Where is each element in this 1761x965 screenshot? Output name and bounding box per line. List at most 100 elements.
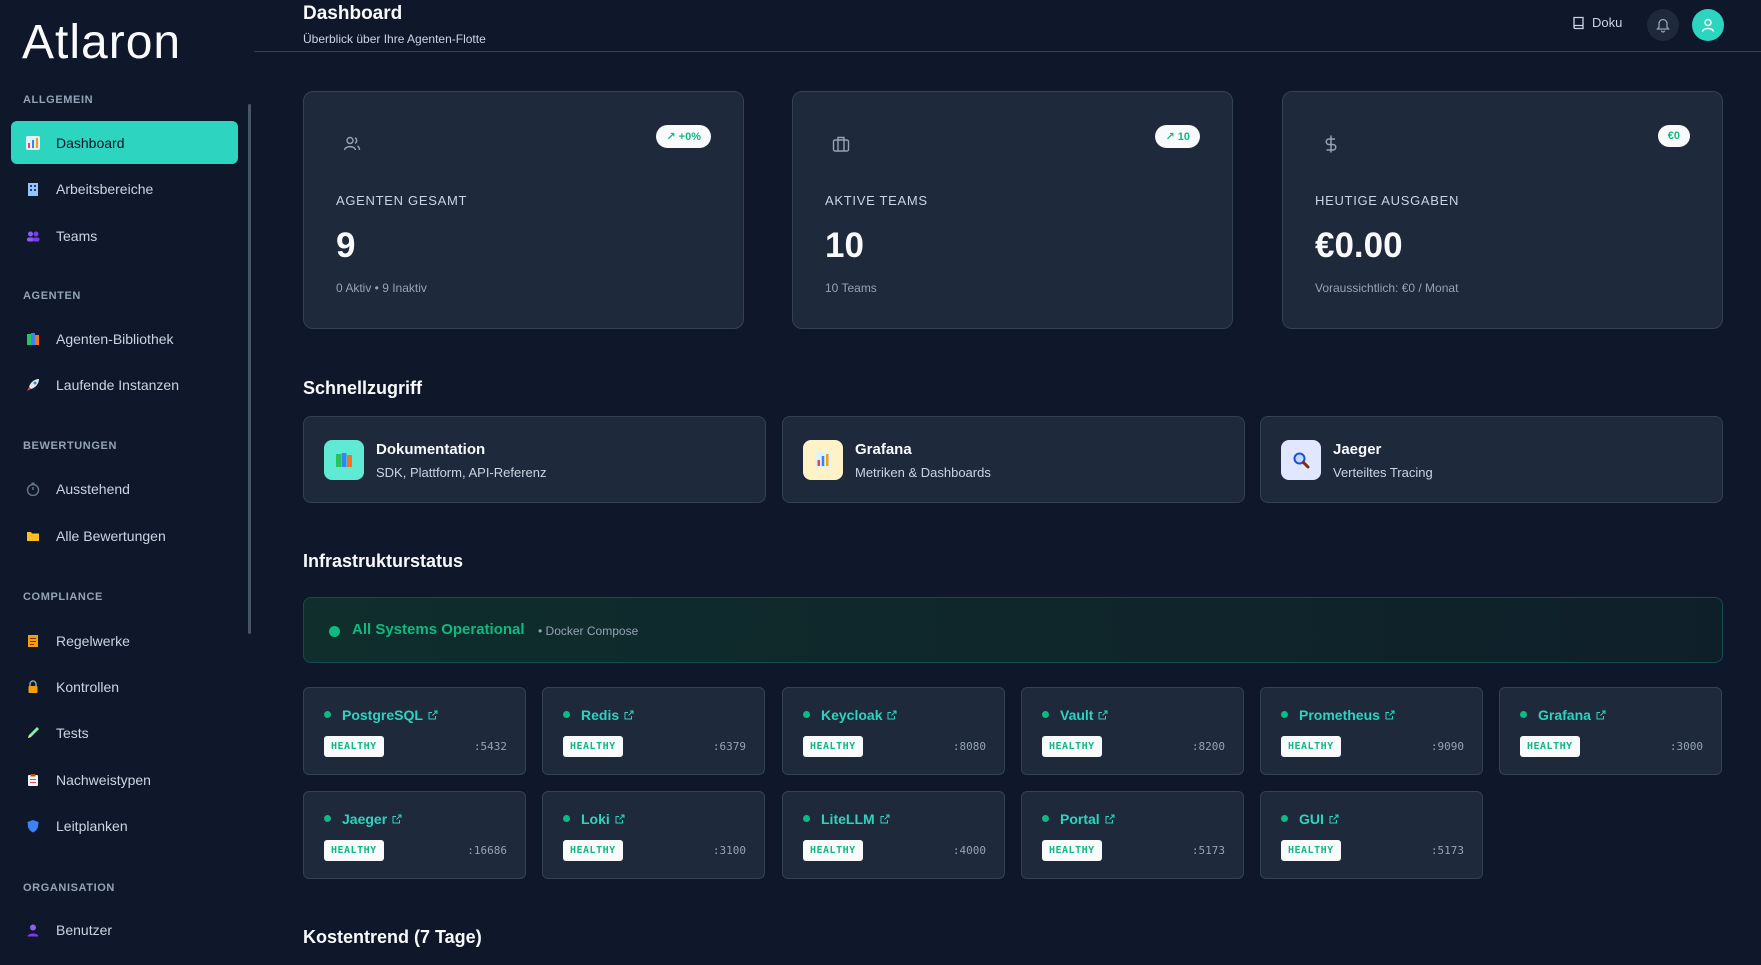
rocket-icon <box>25 377 40 392</box>
status-dot <box>1520 711 1527 718</box>
service-link[interactable]: GUI <box>1299 811 1339 827</box>
top-header: Dashboard Überblick über Ihre Agenten-Fl… <box>254 0 1761 52</box>
external-link-icon <box>428 710 438 720</box>
quick-access-jaeger[interactable]: Jaeger Verteiltes Tracing <box>1260 416 1723 503</box>
system-status-text: All Systems Operational <box>352 621 525 638</box>
status-dot <box>329 626 340 637</box>
book-icon <box>1573 16 1584 29</box>
sidebar-item-leitplanken[interactable]: Leitplanken <box>11 804 238 847</box>
external-link-icon <box>1596 710 1606 720</box>
clipboard-icon <box>25 772 40 787</box>
page-title: Dashboard <box>303 3 403 24</box>
quick-access-title-text: Grafana <box>855 441 912 458</box>
service-card: Portal HEALTHY:5173 <box>1021 791 1244 879</box>
status-dot <box>563 815 570 822</box>
service-name: Prometheus <box>1299 707 1380 723</box>
stat-badge: ↗ 10 <box>1155 125 1200 148</box>
status-dot <box>324 711 331 718</box>
stat-value: 9 <box>336 226 356 265</box>
health-badge: HEALTHY <box>803 736 863 757</box>
quick-access-title-text: Dokumentation <box>376 441 486 458</box>
sidebar-item-nachweistypen[interactable]: Nachweistypen <box>11 758 238 801</box>
health-badge: HEALTHY <box>803 840 863 861</box>
service-name: Jaeger <box>342 811 388 827</box>
stat-card-spending: €0 Heutige Ausgaben €0.00 Voraussichtlic… <box>1282 91 1723 329</box>
sidebar-item-kontrollen[interactable]: Kontrollen <box>11 665 238 708</box>
service-link[interactable]: Loki <box>581 811 625 827</box>
service-card: Prometheus HEALTHY:9090 <box>1260 687 1483 775</box>
sidebar: Atlaron Allgemein Dashboard Arbeitsberei… <box>0 0 254 965</box>
service-link[interactable]: PostgreSQL <box>342 707 438 723</box>
stat-subtext: 10 Teams <box>825 281 877 295</box>
health-badge: HEALTHY <box>1042 840 1102 861</box>
sidebar-item-agenten-bibliothek[interactable]: Agenten-Bibliothek <box>11 317 238 360</box>
service-name: Keycloak <box>821 707 883 723</box>
service-link[interactable]: Redis <box>581 707 634 723</box>
sidebar-item-dashboard[interactable]: Dashboard <box>11 121 238 164</box>
service-link[interactable]: Jaeger <box>342 811 402 827</box>
sidebar-item-benutzer[interactable]: Benutzer <box>11 908 238 951</box>
sidebar-item-tests[interactable]: Tests <box>11 711 238 754</box>
health-badge: HEALTHY <box>1042 736 1102 757</box>
service-link[interactable]: Grafana <box>1538 707 1606 723</box>
sidebar-item-ausstehend[interactable]: Ausstehend <box>11 467 238 510</box>
stat-label: Heutige Ausgaben <box>1315 193 1460 208</box>
service-link[interactable]: Portal <box>1060 811 1115 827</box>
sidebar-item-teams[interactable]: Teams <box>11 214 238 257</box>
service-name: GUI <box>1299 811 1324 827</box>
service-port: :5173 <box>1430 844 1464 857</box>
external-link-icon <box>1105 814 1115 824</box>
infrastructure-title: Infrastrukturstatus <box>303 551 464 571</box>
external-link-icon <box>880 814 890 824</box>
section-label-allgemein: Allgemein <box>23 94 94 106</box>
quick-access-grafana[interactable]: Grafana Metriken & Dashboards <box>782 416 1245 503</box>
briefcase-icon <box>832 136 850 152</box>
service-name: Vault <box>1060 707 1094 723</box>
service-name: Grafana <box>1538 707 1591 723</box>
external-link-icon <box>1098 710 1108 720</box>
external-link-icon <box>392 814 402 824</box>
service-link[interactable]: Vault <box>1060 707 1108 723</box>
atlaron-logo[interactable]: Atlaron <box>22 14 238 68</box>
service-port: :3000 <box>1669 740 1703 753</box>
service-link[interactable]: Keycloak <box>821 707 897 723</box>
user-avatar-button[interactable] <box>1692 9 1724 41</box>
sidebar-item-label: Alle Bewertungen <box>56 527 166 544</box>
environment-label: • Docker Compose <box>538 624 639 638</box>
service-card: GUI HEALTHY:5173 <box>1260 791 1483 879</box>
section-label-bewertungen: Bewertungen <box>23 440 117 452</box>
status-dot <box>803 815 810 822</box>
service-port: :8200 <box>1191 740 1225 753</box>
notifications-button[interactable] <box>1647 9 1679 41</box>
bell-icon <box>1656 18 1670 33</box>
quick-access-docs[interactable]: Dokumentation SDK, Plattform, API-Refere… <box>303 416 766 503</box>
service-port: :5432 <box>473 740 507 753</box>
service-card: Keycloak HEALTHY :8080 <box>782 687 1005 775</box>
sidebar-item-label: Ausstehend <box>56 480 130 497</box>
stat-card-teams: ↗ 10 Aktive Teams 10 10 Teams <box>792 91 1233 329</box>
service-link[interactable]: Prometheus <box>1299 707 1395 723</box>
sidebar-item-label: Teams <box>56 227 98 244</box>
service-port: :4000 <box>952 844 986 857</box>
service-card: Redis HEALTHY:6379 <box>542 687 765 775</box>
magnifier-icon <box>1281 440 1321 480</box>
sidebar-item-regelwerke[interactable]: Regelwerke <box>11 619 238 662</box>
sidebar-item-alle-bewertungen[interactable]: Alle Bewertungen <box>11 514 238 557</box>
service-card: Grafana HEALTHY:3000 <box>1499 687 1722 775</box>
sidebar-item-label: Tests <box>56 724 89 741</box>
docs-link[interactable]: Doku <box>1572 15 1622 30</box>
stat-label: Aktive Teams <box>825 193 928 208</box>
sidebar-scrollbar[interactable] <box>248 104 251 634</box>
status-dot <box>563 711 570 718</box>
stat-value: €0.00 <box>1315 226 1403 265</box>
sidebar-item-laufende-instanzen[interactable]: Laufende Instanzen <box>11 363 238 406</box>
page-subtitle: Überblick über Ihre Agenten-Flotte <box>303 32 486 46</box>
stat-subtext: Voraussichtlich: €0 / Monat <box>1315 281 1459 295</box>
service-link[interactable]: LiteLLM <box>821 811 890 827</box>
system-status-banner: All Systems Operational • Docker Compose <box>303 597 1723 663</box>
service-port: :8080 <box>952 740 986 753</box>
sidebar-item-arbeitsbereiche[interactable]: Arbeitsbereiche <box>11 167 238 210</box>
external-link-icon <box>1329 814 1339 824</box>
service-card: PostgreSQL HEALTHY:5432 <box>303 687 526 775</box>
service-card: Vault HEALTHY :8200 <box>1021 687 1244 775</box>
